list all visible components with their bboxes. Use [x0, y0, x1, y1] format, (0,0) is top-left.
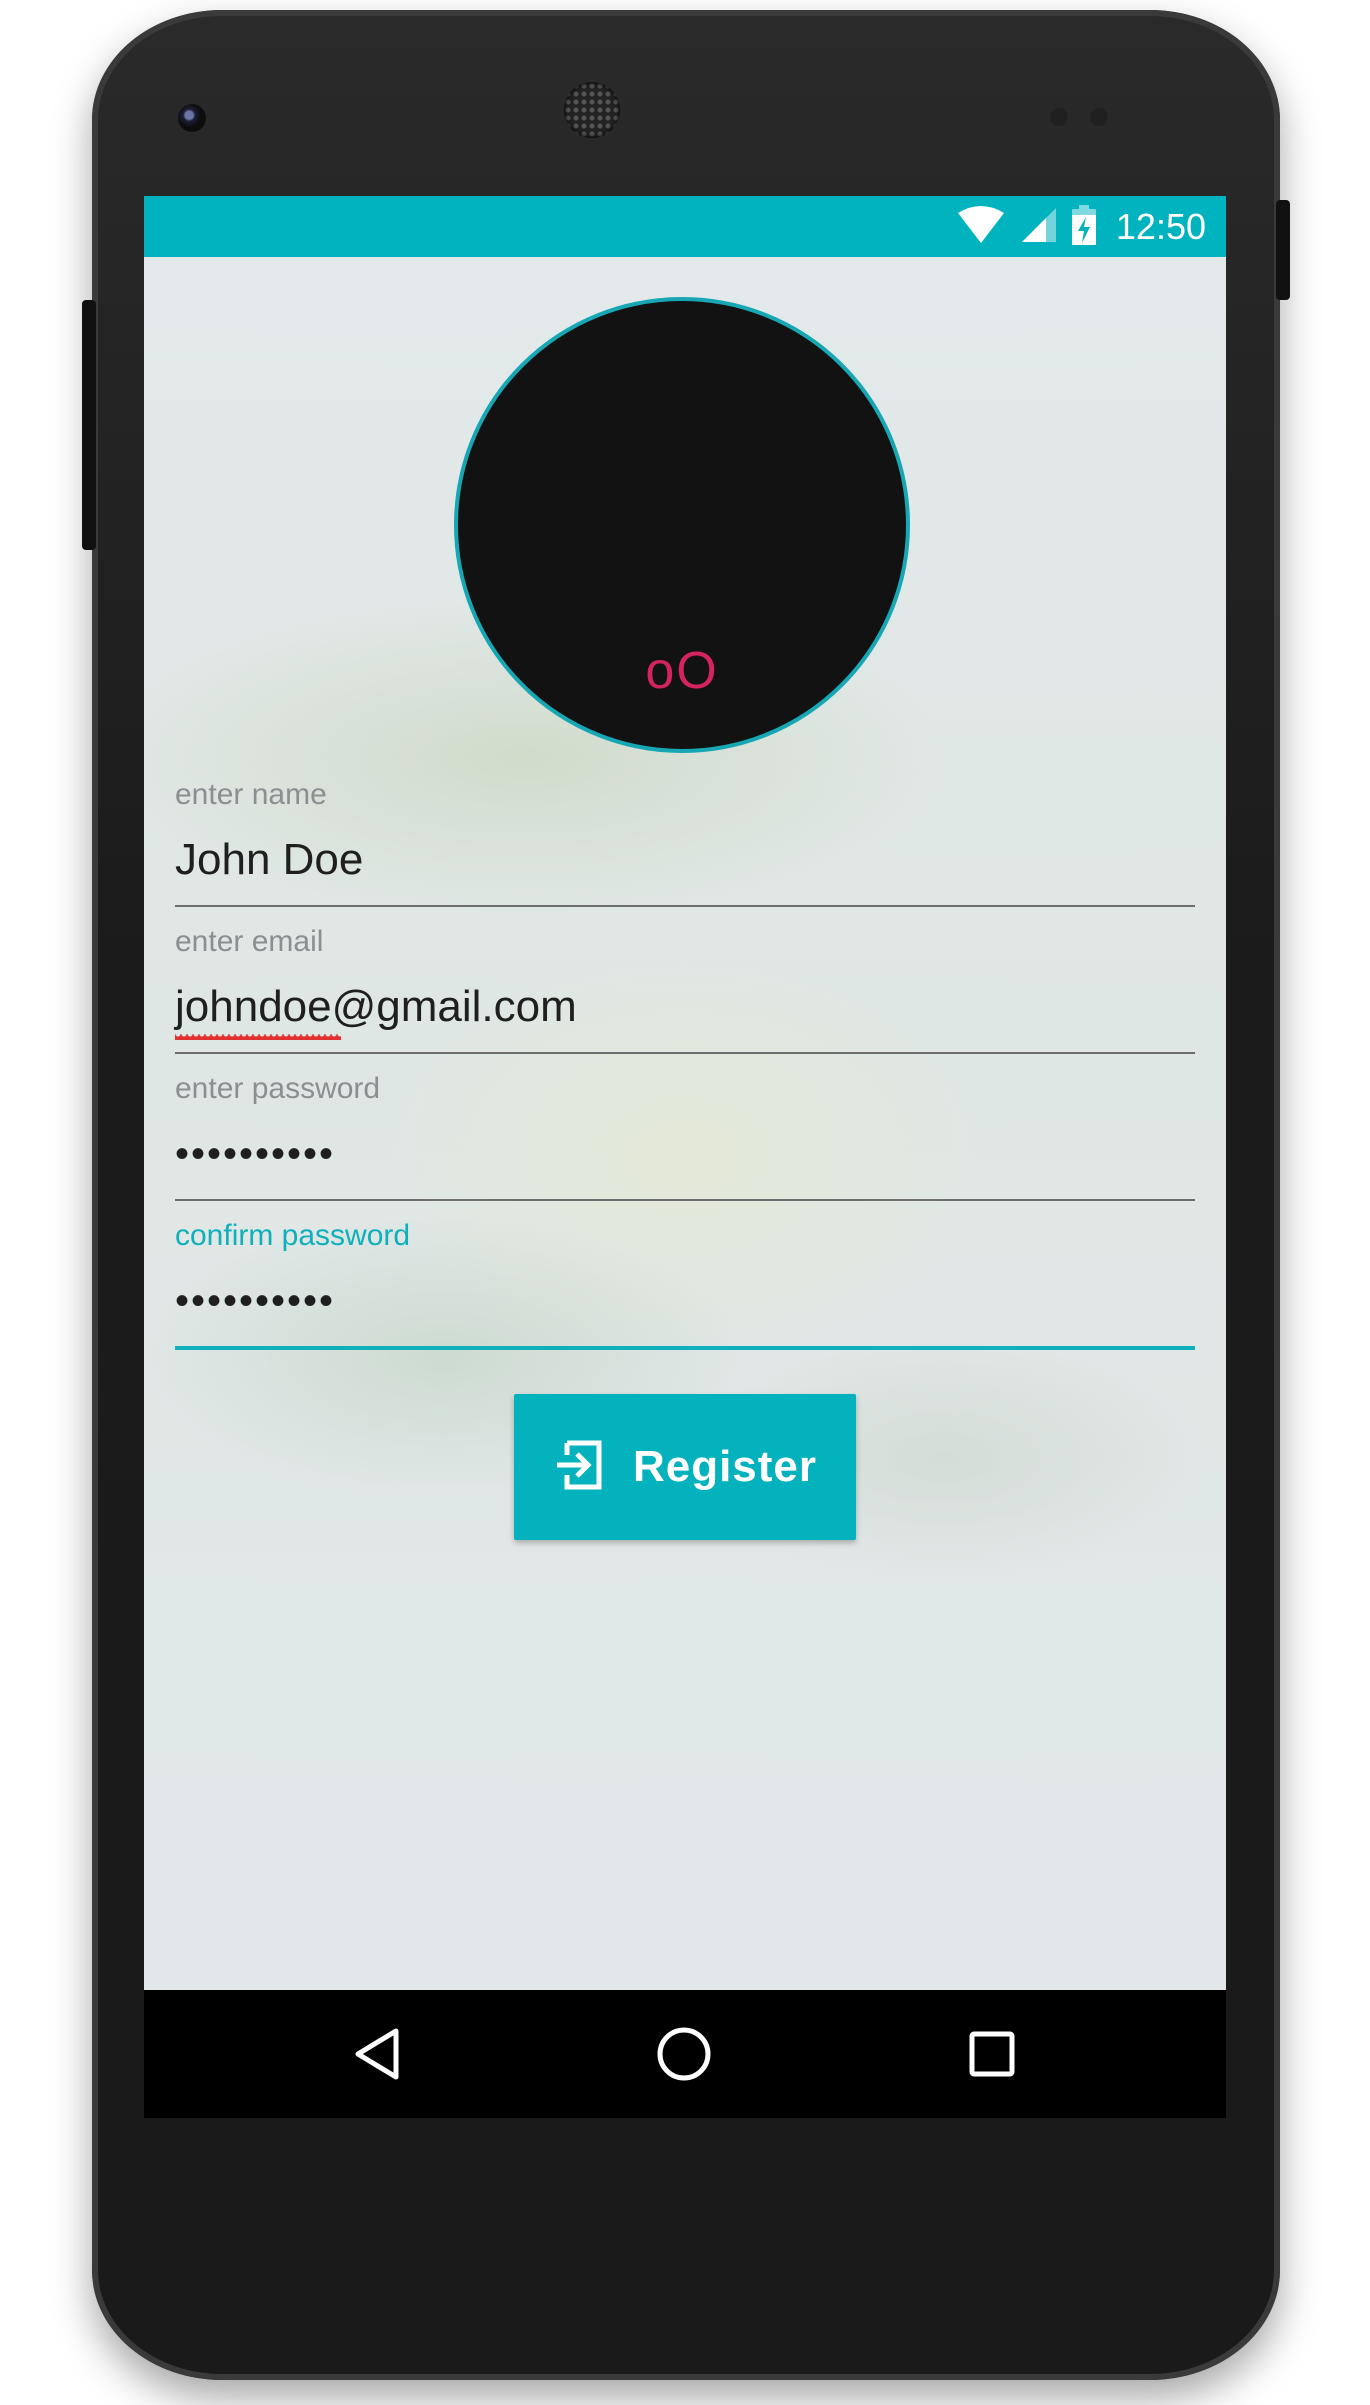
spellcheck-underline [175, 1034, 341, 1040]
status-clock: 12:50 [1115, 206, 1206, 247]
back-icon[interactable] [347, 2024, 407, 2084]
battery-charging-icon [1071, 205, 1096, 249]
power-button [82, 300, 96, 550]
earpiece-speaker [564, 82, 620, 138]
confirm-password-field[interactable]: confirm password •••••••••• [175, 1216, 1195, 1350]
confirm-password-input[interactable]: •••••••••• [175, 1256, 1195, 1346]
confirm-password-underline [175, 1346, 1195, 1350]
cell-signal-icon [1020, 206, 1058, 248]
name-underline [175, 905, 1195, 907]
navigation-bar [144, 1990, 1226, 2118]
front-camera-icon [178, 104, 206, 132]
email-input[interactable]: johndoe@gmail.com [175, 962, 1195, 1052]
email-input-text: johndoe@gmail.com [175, 982, 577, 1031]
login-icon [553, 1439, 605, 1495]
password-input[interactable]: •••••••••• [175, 1109, 1195, 1199]
name-label: enter name [175, 778, 327, 811]
proximity-sensor [1050, 108, 1068, 126]
status-bar: 12:50 [144, 196, 1226, 257]
light-sensor [1090, 108, 1108, 126]
confirm-password-label: confirm password [175, 1219, 411, 1252]
email-underline [175, 1052, 1195, 1054]
phone-screen: 12:50 oO enter name John Doe enter email… [144, 196, 1226, 2118]
register-button[interactable]: Register [514, 1394, 856, 1540]
profile-avatar[interactable]: oO [454, 297, 910, 753]
avatar-mark: oO [645, 642, 719, 700]
name-input[interactable]: John Doe [175, 815, 1195, 905]
register-label: Register [632, 1442, 818, 1491]
email-field[interactable]: enter email johndoe@gmail.com [175, 922, 1195, 1054]
wifi-icon [956, 205, 1006, 249]
email-label: enter email [175, 925, 324, 958]
name-field[interactable]: enter name John Doe [175, 775, 1195, 907]
volume-button [1276, 200, 1290, 300]
password-label: enter password [175, 1072, 381, 1105]
home-icon[interactable] [654, 2024, 714, 2084]
password-underline [175, 1199, 1195, 1201]
password-field[interactable]: enter password •••••••••• [175, 1069, 1195, 1201]
register-screen: oO enter name John Doe enter email johnd… [144, 257, 1226, 1990]
recents-icon[interactable] [962, 2024, 1022, 2084]
